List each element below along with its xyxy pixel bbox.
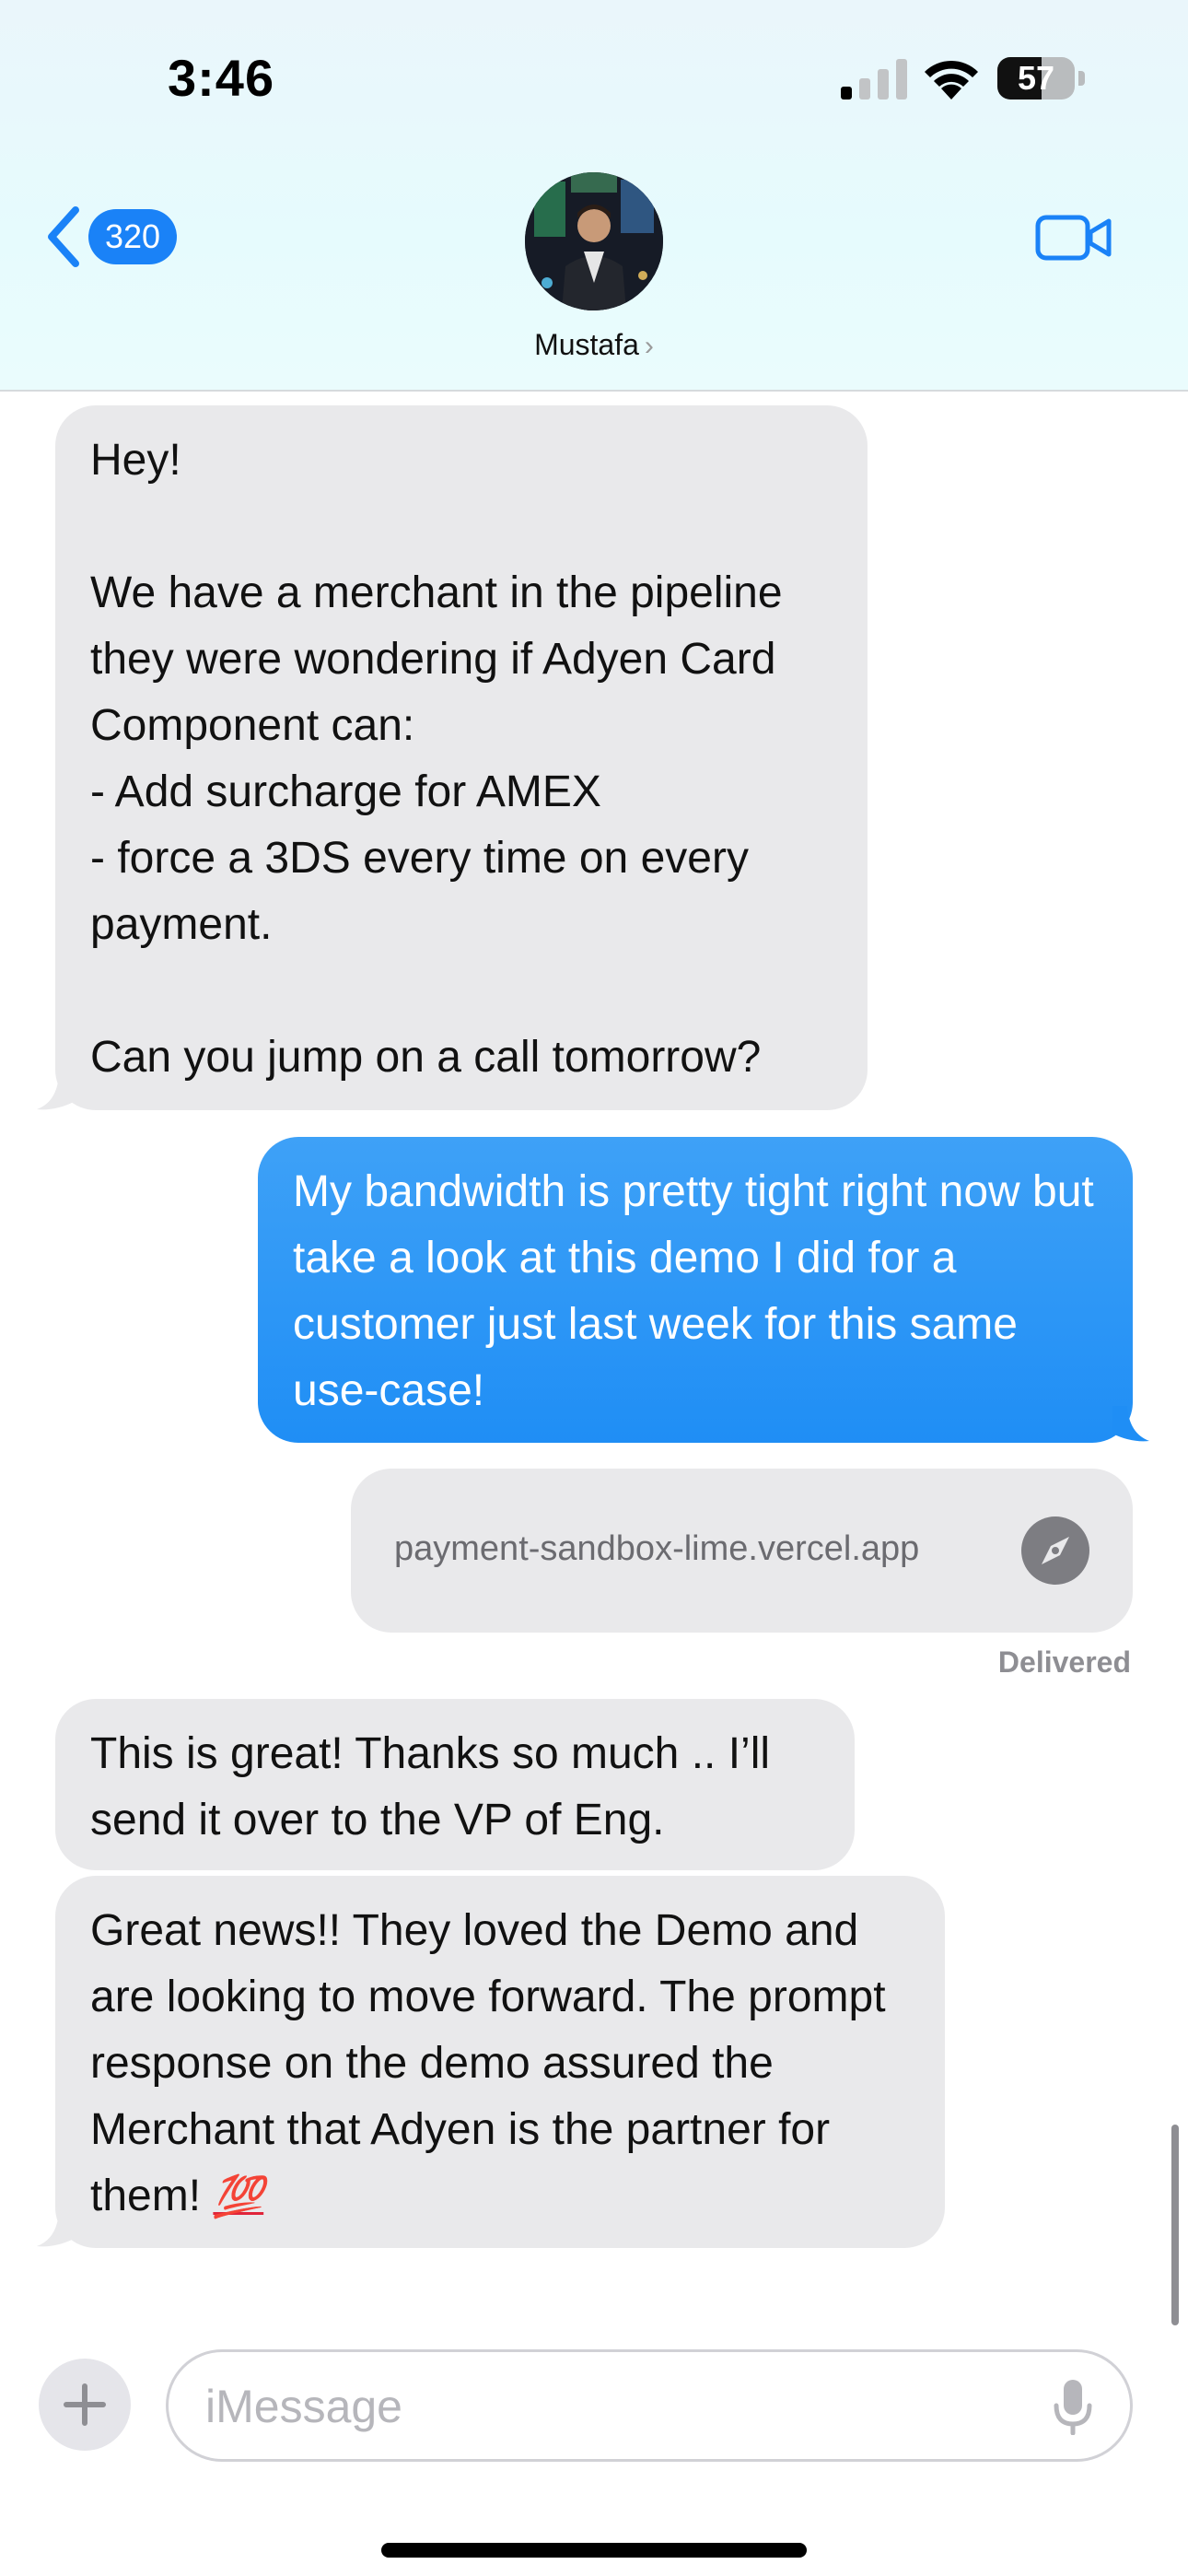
bubble-tail — [37, 1074, 74, 1110]
wifi-icon — [925, 60, 978, 100]
link-url: payment-sandbox-lime.vercel.app — [394, 1529, 920, 1568]
conversation-header: 3:46 57 320 Mustafa › — [0, 0, 1188, 392]
chevron-right-icon: › — [644, 331, 654, 361]
contact-name: Mustafa — [534, 328, 639, 361]
contact-name-button[interactable]: Mustafa › — [0, 328, 1188, 362]
message-text: Great news!! They loved the Demo and are… — [90, 1906, 898, 2220]
cellular-signal-icon — [841, 59, 907, 100]
back-button[interactable]: 320 — [42, 205, 178, 269]
message-bubble-outgoing[interactable]: My bandwidth is pretty tight right now b… — [258, 1137, 1133, 1443]
delivery-status: Delivered — [997, 1645, 1131, 1679]
imessage-input[interactable] — [204, 2352, 999, 2461]
avatar-photo — [525, 172, 663, 310]
home-indicator[interactable] — [381, 2543, 807, 2558]
battery-tip — [1078, 71, 1085, 86]
message-bubble-incoming[interactable]: This is great! Thanks so much .. I’ll se… — [55, 1699, 855, 1870]
contact-avatar[interactable] — [525, 172, 663, 310]
message-bubble-incoming[interactable]: Hey! We have a merchant in the pipeline … — [55, 405, 868, 1110]
video-camera-icon[interactable] — [1035, 212, 1112, 263]
link-preview[interactable]: payment-sandbox-lime.vercel.app — [351, 1469, 1133, 1633]
status-time: 3:46 — [168, 49, 275, 107]
bubble-tail — [1112, 1406, 1149, 1442]
battery-icon: 57 — [997, 57, 1086, 100]
bubble-tail — [37, 2211, 74, 2247]
apps-plus-button[interactable] — [39, 2359, 131, 2451]
scrollbar[interactable] — [1171, 2125, 1179, 2325]
message-bubble-incoming[interactable]: Great news!! They loved the Demo and are… — [55, 1876, 945, 2248]
battery-level: 57 — [1017, 59, 1055, 97]
battery-body: 57 — [997, 57, 1075, 100]
microphone-icon[interactable] — [1053, 2380, 1093, 2435]
hundred-points-emoji: 💯 — [213, 2174, 264, 2219]
compass-icon — [1021, 1516, 1089, 1585]
unread-count-badge: 320 — [88, 209, 178, 264]
chevron-left-icon — [48, 206, 79, 267]
plus-icon — [64, 2383, 106, 2426]
message-compose-field[interactable] — [166, 2349, 1133, 2462]
